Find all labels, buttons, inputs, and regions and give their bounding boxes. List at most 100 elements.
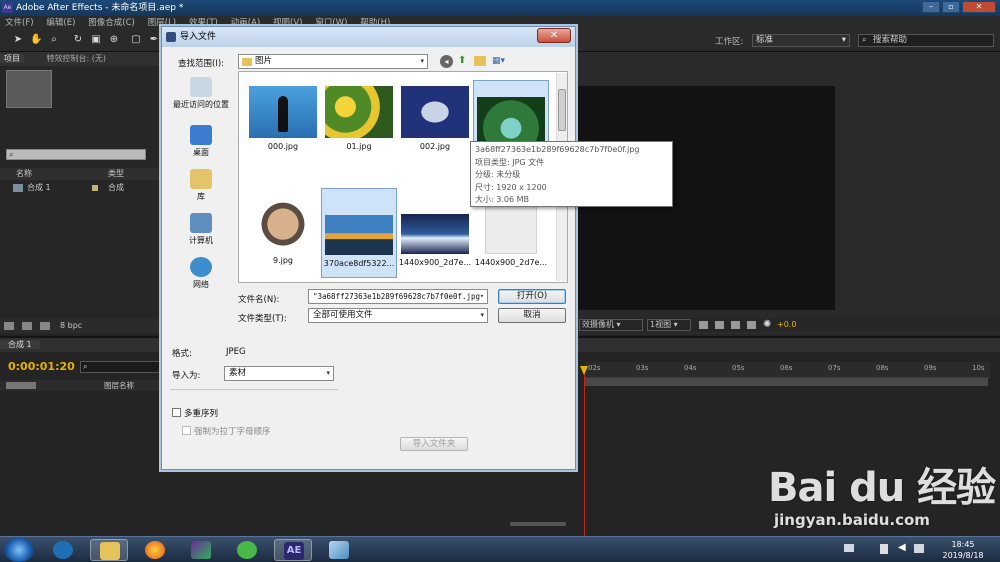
taskbar-app[interactable] bbox=[182, 539, 220, 561]
camera-tool-icon[interactable]: ▣ bbox=[90, 34, 102, 46]
taskbar-after-effects[interactable]: AE bbox=[274, 539, 312, 561]
tooltip-type: 项目类型: JPG 文件 bbox=[475, 157, 545, 167]
column-type[interactable]: 类型 bbox=[108, 168, 124, 180]
hand-tool-icon[interactable]: ✋ bbox=[30, 34, 42, 46]
file-item[interactable]: 1440x900_2d7e... bbox=[397, 214, 473, 274]
taskbar-explorer[interactable] bbox=[90, 539, 128, 561]
zoom-slider[interactable] bbox=[510, 522, 566, 526]
new-folder-icon[interactable] bbox=[22, 322, 32, 330]
place-label: 库 bbox=[197, 192, 205, 201]
current-timecode[interactable]: 0:00:01:20 bbox=[8, 360, 75, 373]
place-libraries[interactable]: 库 bbox=[168, 169, 234, 202]
region-icon[interactable] bbox=[731, 321, 740, 329]
time-ruler[interactable]: 02s 03s 04s 05s 06s 07s 08s 09s 10s bbox=[584, 362, 990, 378]
network-tray-icon[interactable] bbox=[914, 544, 924, 553]
taskbar-media-player[interactable] bbox=[44, 539, 82, 561]
open-button[interactable]: 打开(O) bbox=[498, 289, 566, 304]
tab-project[interactable]: 项目 bbox=[0, 54, 24, 63]
cancel-button[interactable]: 取消 bbox=[498, 308, 566, 323]
tab-composition[interactable]: 合成 1 bbox=[0, 340, 40, 349]
taskbar-app3[interactable] bbox=[320, 539, 358, 561]
sequence-checkbox[interactable] bbox=[172, 408, 181, 417]
help-search-input[interactable]: ⌕ 搜索帮助 bbox=[858, 34, 994, 47]
libraries-icon bbox=[190, 169, 212, 189]
file-item[interactable]: 000.jpg bbox=[245, 86, 321, 156]
rotate-tool-icon[interactable]: ↻ bbox=[72, 34, 84, 46]
item-type: 合成 bbox=[108, 183, 124, 192]
chevron-down-icon: ▾ bbox=[841, 35, 846, 45]
exposure-value[interactable]: +0.0 bbox=[777, 318, 796, 332]
grid-icon[interactable] bbox=[699, 321, 708, 329]
close-button[interactable]: ✕ bbox=[962, 1, 996, 13]
search-icon: ⌕ bbox=[83, 362, 88, 371]
pan-behind-tool-icon[interactable]: ⊕ bbox=[108, 34, 120, 46]
menu-composition[interactable]: 图像合成(C) bbox=[83, 16, 140, 30]
dialog-close-button[interactable]: ✕ bbox=[537, 28, 571, 43]
tick-label: 10s bbox=[972, 364, 985, 372]
scrollbar-thumb[interactable] bbox=[558, 89, 566, 131]
taskbar-firefox[interactable] bbox=[136, 539, 174, 561]
layer-name-column[interactable]: 图层名称 bbox=[104, 380, 134, 391]
filetype-select[interactable]: 全部可使用文件 ▾ bbox=[308, 308, 488, 323]
file-item[interactable]: 370ace8df5322... bbox=[321, 188, 397, 278]
maximize-button[interactable]: ▫ bbox=[942, 1, 960, 13]
filename-input[interactable]: "3a68ff27363e1b289f69628c7b7f0e0f.jpg ▾ bbox=[308, 289, 488, 304]
system-clock[interactable]: 18:45 2019/8/18 bbox=[938, 539, 988, 561]
workspace-select[interactable]: 标准 ▾ bbox=[752, 34, 850, 47]
file-item[interactable]: 002.jpg bbox=[397, 86, 473, 156]
menu-edit[interactable]: 编辑(E) bbox=[41, 16, 80, 30]
places-bar: 最近访问的位置 桌面 库 计算机 网络 bbox=[168, 71, 234, 290]
exposure-icon[interactable]: ✺ bbox=[763, 318, 771, 332]
place-computer[interactable]: 计算机 bbox=[168, 213, 234, 246]
folder-icon bbox=[242, 58, 252, 66]
look-in-select[interactable]: 图片 ▾ bbox=[238, 54, 428, 69]
rectangle-tool-icon[interactable]: ▢ bbox=[130, 34, 142, 46]
view-menu-icon[interactable]: ▦▾ bbox=[492, 55, 512, 67]
back-icon[interactable]: ◂ bbox=[440, 55, 453, 68]
tick-label: 04s bbox=[684, 364, 697, 372]
zoom-tool-icon[interactable]: ⌕ bbox=[48, 34, 60, 46]
network-icon bbox=[190, 257, 212, 277]
force-alphabetical-checkbox[interactable] bbox=[182, 426, 191, 435]
place-network[interactable]: 网络 bbox=[168, 257, 234, 290]
new-composition-icon[interactable] bbox=[40, 322, 50, 330]
keyboard-tray-icon[interactable] bbox=[844, 544, 854, 552]
action-center-icon[interactable] bbox=[880, 544, 888, 554]
camera-select[interactable]: 效摄像机 ▾ bbox=[579, 319, 643, 331]
taskbar-app2[interactable] bbox=[228, 539, 266, 561]
file-name: 002.jpg bbox=[419, 142, 451, 151]
minimize-button[interactable]: – bbox=[922, 1, 940, 13]
up-folder-icon[interactable]: ⬆ bbox=[458, 55, 470, 67]
file-item[interactable]: 01.jpg bbox=[321, 86, 397, 156]
project-search-input[interactable]: ⌕ bbox=[6, 149, 146, 160]
place-recent[interactable]: 最近访问的位置 bbox=[168, 77, 234, 110]
place-label: 网络 bbox=[193, 280, 209, 289]
av-switches-icon[interactable] bbox=[6, 382, 36, 389]
playhead-line[interactable] bbox=[584, 366, 585, 538]
selection-tool-icon[interactable]: ➤ bbox=[12, 34, 24, 46]
after-effects-icon: Ae bbox=[2, 2, 13, 13]
file-item[interactable]: 1440x900_2d7e... bbox=[473, 196, 549, 276]
place-label: 计算机 bbox=[189, 236, 213, 245]
pen-tool-icon[interactable]: ✒ bbox=[148, 34, 160, 46]
interpret-footage-icon[interactable] bbox=[4, 322, 14, 330]
menu-file[interactable]: 文件(F) bbox=[0, 16, 39, 30]
tab-effect-controls[interactable]: 特效控制台: (无) bbox=[27, 54, 106, 63]
file-item[interactable]: 9.jpg bbox=[245, 190, 321, 270]
views-select[interactable]: 1视图 ▾ bbox=[647, 319, 691, 331]
chevron-down-icon: ▾ bbox=[326, 369, 330, 377]
channels-icon[interactable] bbox=[715, 321, 724, 329]
work-area-bar[interactable] bbox=[584, 378, 988, 386]
import-folder-button[interactable]: 导入文件夹 bbox=[400, 437, 468, 451]
snapshot-icon[interactable] bbox=[747, 321, 756, 329]
list-item[interactable]: 合成 1 合成 bbox=[0, 182, 160, 194]
start-button-icon[interactable] bbox=[4, 538, 34, 562]
new-folder-icon[interactable] bbox=[474, 56, 486, 66]
bit-depth-label[interactable]: 8 bpc bbox=[60, 319, 82, 333]
place-desktop[interactable]: 桌面 bbox=[168, 125, 234, 158]
force-alphabetical-label: 强制为拉丁字母顺序 bbox=[194, 427, 271, 437]
import-as-select[interactable]: 素材 ▾ bbox=[224, 366, 334, 381]
timeline-search-input[interactable]: ⌕ bbox=[80, 361, 160, 373]
volume-icon[interactable]: ◀ bbox=[898, 542, 906, 553]
column-name[interactable]: 名称 bbox=[16, 168, 32, 180]
